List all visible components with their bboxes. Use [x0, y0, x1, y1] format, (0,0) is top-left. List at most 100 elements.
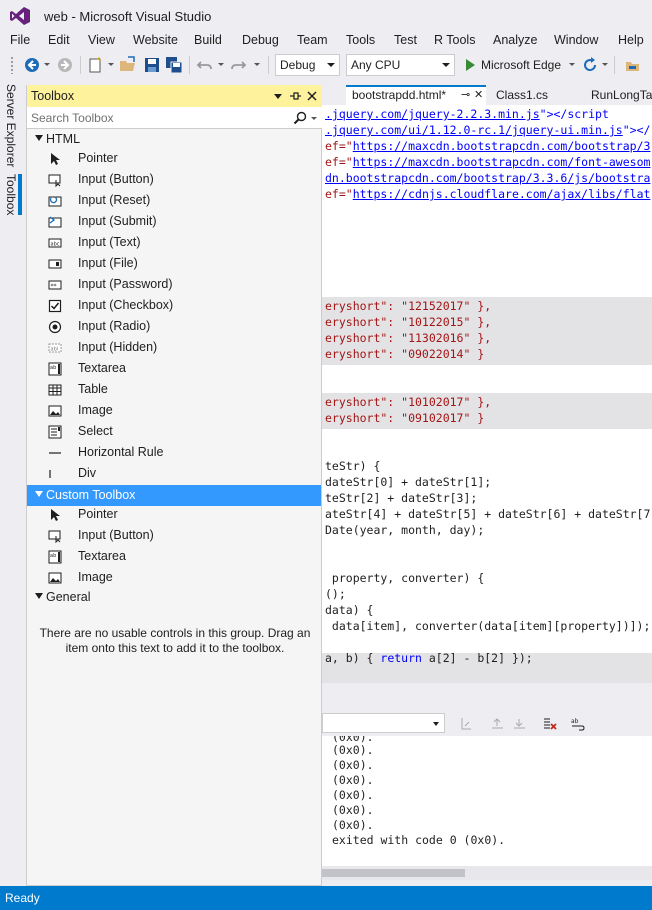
server-explorer-tab[interactable]: Server Explorer [4, 84, 18, 167]
toolbox-item-label: Input (Password) [78, 277, 173, 291]
menu-edit[interactable]: Edit [48, 33, 70, 47]
menu-test[interactable]: Test [394, 33, 417, 47]
search-icon[interactable] [293, 111, 307, 125]
close-icon[interactable] [305, 89, 319, 103]
toolbox-item-input-password[interactable]: ** Input (Password) [27, 274, 321, 295]
code-line: property, converter) { [325, 571, 485, 585]
close-tab-icon[interactable]: ✕ [474, 88, 483, 101]
output-pane[interactable]: (0x0). (0x0). (0x0). (0x0). (0x0). (0x0)… [322, 736, 652, 866]
toolbox-item-input-button[interactable]: Input (Button) [27, 169, 321, 190]
code-line: dn.bootstrapcdn.com/bootstrap/3.3.6/js/b… [325, 171, 651, 185]
output-source-select[interactable] [322, 713, 445, 733]
menu-view[interactable]: View [88, 33, 115, 47]
toolbox-item-select[interactable]: Select [27, 421, 321, 442]
find-in-files-icon[interactable] [624, 56, 642, 74]
go-to-line-icon[interactable] [459, 716, 474, 731]
run-target-dropdown-icon[interactable] [569, 63, 575, 66]
toolbox-item-pointer[interactable]: Pointer [27, 148, 321, 169]
toolbox-group-html[interactable]: HTML [27, 129, 321, 150]
toggle-word-wrap-icon[interactable]: ab [570, 716, 585, 731]
toolbox-search-input[interactable] [31, 110, 289, 126]
menu-file[interactable]: File [10, 33, 30, 47]
toolbox-item-div[interactable]: Div [27, 463, 321, 484]
custom-item-input-button[interactable]: Input (Button) [27, 525, 321, 546]
group-label: Custom Toolbox [46, 488, 136, 502]
redo-icon[interactable] [229, 56, 247, 74]
menu-debug[interactable]: Debug [242, 33, 279, 47]
toolbox-item-input-text[interactable]: abc Input (Text) [27, 232, 321, 253]
save-icon[interactable] [143, 56, 161, 74]
toolbox-group-general[interactable]: General [27, 587, 321, 608]
code-line: ef="https://cdnjs.cloudflare.com/ajax/li… [325, 187, 651, 201]
undo-dropdown-icon[interactable] [218, 63, 224, 66]
toolbox-tab[interactable]: Toolbox [4, 174, 22, 216]
password-input-icon: ** [48, 280, 62, 290]
code-editor[interactable]: .jquery.com/jquery-2.2.3.min.js"></scrip… [322, 105, 652, 683]
button-icon [48, 530, 61, 543]
toolbox-item-input-submit[interactable]: Input (Submit) [27, 211, 321, 232]
open-file-icon[interactable] [119, 56, 137, 74]
next-message-icon[interactable] [512, 716, 527, 731]
toolbox-item-label: Table [78, 382, 108, 396]
pin-tab-icon[interactable]: ⊸ [461, 88, 470, 101]
new-project-icon[interactable] [87, 56, 105, 74]
toolbox-item-input-reset[interactable]: Input (Reset) [27, 190, 321, 211]
undo-icon[interactable] [196, 56, 214, 74]
window-position-dropdown-icon[interactable] [271, 89, 285, 103]
toolbox-item-table[interactable]: Table [27, 379, 321, 400]
output-horizontal-scrollbar[interactable] [322, 866, 652, 880]
code-line: eryshort": "12152017" }, [325, 299, 492, 313]
redo-dropdown-icon[interactable] [254, 63, 260, 66]
toolbox-item-input-file[interactable]: Input (File) [27, 253, 321, 274]
toolbox-item-textarea[interactable]: ab Textarea [27, 358, 321, 379]
search-options-dropdown-icon[interactable] [311, 117, 317, 120]
tab-class1-cs[interactable]: Class1.cs [490, 85, 580, 105]
start-debugging-button[interactable]: Microsoft Edge [463, 55, 561, 75]
toolbox-item-image[interactable]: Image [27, 400, 321, 421]
output-window-header [322, 690, 652, 710]
custom-item-image[interactable]: Image [27, 567, 321, 588]
textbox-icon: abc [48, 238, 62, 248]
refresh-dropdown-icon[interactable] [602, 63, 608, 66]
clear-all-icon[interactable] [542, 716, 557, 731]
custom-item-pointer[interactable]: Pointer [27, 504, 321, 525]
solution-configuration-select[interactable]: Debug [275, 54, 340, 76]
menu-build[interactable]: Build [194, 33, 222, 47]
toolbar-grip[interactable] [10, 56, 14, 74]
toolbox-item-input-hidden[interactable]: abl Input (Hidden) [27, 337, 321, 358]
menu-analyze[interactable]: Analyze [493, 33, 537, 47]
menu-r-tools[interactable]: R Tools [434, 33, 475, 47]
svg-text:abl: abl [51, 347, 59, 353]
menu-website[interactable]: Website [133, 33, 178, 47]
pointer-icon [51, 153, 60, 165]
menu-help[interactable]: Help [618, 33, 644, 47]
svg-text:ab: ab [50, 365, 56, 371]
navigate-forward-icon[interactable] [56, 56, 74, 74]
collapse-triangle-icon[interactable] [35, 491, 43, 497]
collapse-triangle-icon[interactable] [35, 593, 43, 599]
toolbox-item-horizontal-rule[interactable]: Horizontal Rule [27, 442, 321, 463]
code-line: eryshort": "11302016" }, [325, 331, 492, 345]
previous-message-icon[interactable] [490, 716, 505, 731]
scrollbar-thumb[interactable] [322, 869, 465, 877]
navigate-back-icon[interactable] [23, 56, 41, 74]
menu-window[interactable]: Window [554, 33, 598, 47]
tab-bootstrapdd-html[interactable]: bootstrapdd.html* ⊸ ✕ [346, 85, 486, 105]
chevron-down-icon [433, 722, 439, 726]
output-line: (0x0). [332, 803, 374, 817]
auto-hide-pin-icon[interactable] [288, 89, 302, 103]
menu-team[interactable]: Team [297, 33, 328, 47]
solution-platform-select[interactable]: Any CPU [346, 54, 455, 76]
refresh-icon[interactable] [581, 56, 599, 74]
menu-tools[interactable]: Tools [346, 33, 375, 47]
toolbox-item-input-radio[interactable]: Input (Radio) [27, 316, 321, 337]
back-dropdown-icon[interactable] [44, 63, 50, 66]
new-project-dropdown-icon[interactable] [108, 63, 114, 66]
toolbox-item-input-checkbox[interactable]: Input (Checkbox) [27, 295, 321, 316]
collapse-triangle-icon[interactable] [35, 135, 43, 141]
save-all-icon[interactable] [165, 56, 183, 74]
custom-item-textarea[interactable]: ab Textarea [27, 546, 321, 567]
tab-runlongtask[interactable]: RunLongTa [585, 85, 652, 105]
toolbox-group-custom[interactable]: Custom Toolbox [27, 485, 321, 506]
group-label: General [46, 590, 91, 604]
